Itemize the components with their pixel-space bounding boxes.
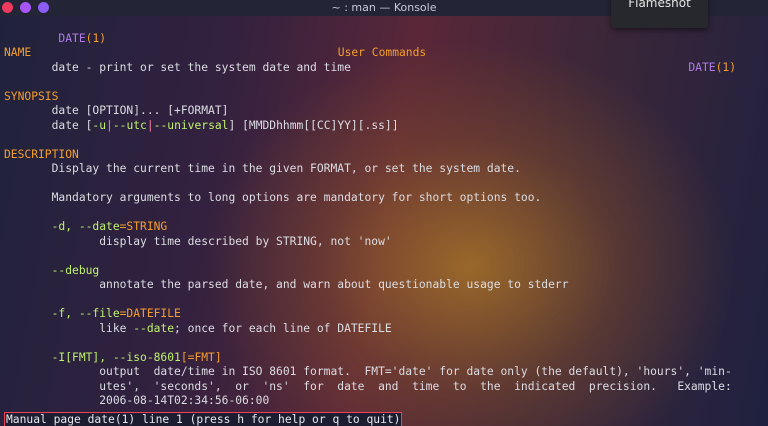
synopsis-line-2-end: ] [MMDDhhmm[[CC]YY][.ss]] [228, 118, 399, 132]
header-right-command: DATE [688, 60, 716, 74]
header-center: User Commands [337, 46, 427, 59]
option-iso-flag: -I[FMT], --iso-8601 [51, 350, 181, 364]
option-debug-flag: --debug [51, 263, 100, 277]
option-file-flag: -f, --file [51, 307, 120, 320]
section-synopsis-heading: SYNOPSIS [4, 89, 59, 103]
man-page-content: DATE(1) User Commands DATE(1) NAME date … [4, 17, 760, 409]
flameshot-label: Flameshot [628, 0, 691, 10]
option-file-desc-start: like [99, 321, 134, 335]
section-description-heading: DESCRIPTION [4, 147, 79, 161]
synopsis-opt-utc: --utc [112, 118, 147, 132]
synopsis-line-1: date [OPTION]... [+FORMAT] [51, 104, 229, 117]
synopsis-pipe-1: | [106, 118, 113, 132]
option-file-desc-flag: --date [133, 321, 175, 335]
header-right-section: (1) [715, 60, 736, 74]
option-file-desc-end: ; once for each line of DATEFILE [174, 321, 392, 335]
flameshot-overlay[interactable]: Flameshot [611, 0, 708, 28]
option-iso-arg: [=FMT] [180, 350, 222, 364]
option-iso-desc-2: utes', 'seconds', or 'ns' for date and t… [99, 379, 732, 393]
description-line-1: Display the current time in the given FO… [51, 162, 521, 175]
option-date-flag: -d, --date [51, 220, 120, 233]
synopsis-pipe-2: | [146, 118, 154, 132]
konsole-window: ~ : man — Konsole DATE(1) User Commands … [0, 0, 768, 426]
name-description: date - print or set the system date and … [51, 60, 351, 74]
option-iso-desc-3: 2006-08-14T02:34:56-06:00 [99, 394, 270, 407]
option-date-arg: =STRING [119, 220, 168, 233]
synopsis-opt-u: -u [92, 118, 107, 132]
option-date-desc: display time described by STRING, not 'n… [99, 234, 392, 248]
terminal-view[interactable]: DATE(1) User Commands DATE(1) NAME date … [0, 16, 768, 426]
pager-status-line: Manual page date(1) line 1 (press h for … [4, 412, 403, 426]
option-iso-desc-1: output date/time in ISO 8601 format. FMT… [99, 365, 732, 378]
header-left-section: (1) [85, 31, 107, 45]
description-line-2: Mandatory arguments to long options are … [51, 191, 542, 204]
option-debug-desc: annotate the parsed date, and warn about… [99, 278, 569, 291]
option-file-arg: =DATEFILE [119, 307, 181, 320]
header-left-command: DATE [58, 31, 86, 45]
synopsis-opt-universal: --universal [153, 118, 229, 132]
synopsis-line-2-start: date [ [51, 118, 93, 132]
